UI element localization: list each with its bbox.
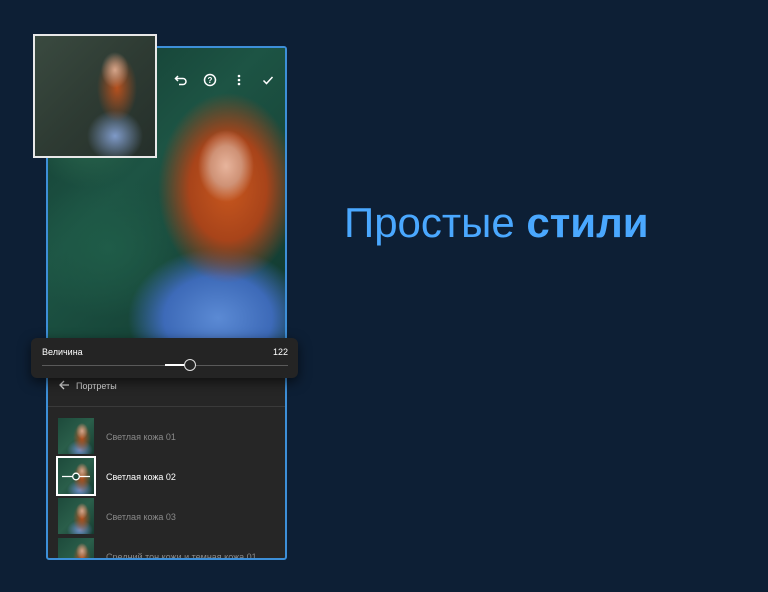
slider-label: Величина — [42, 347, 83, 357]
preset-item[interactable]: Средний тон кожи и темная кожа 01 — [58, 538, 273, 560]
headline-regular: Простые — [344, 199, 515, 246]
preset-thumbnail — [58, 418, 94, 454]
preset-thumbnail — [58, 498, 94, 534]
svg-text:?: ? — [208, 76, 213, 85]
panel-title: Портреты — [76, 381, 117, 391]
amount-slider-card: Величина 122 — [31, 338, 298, 378]
preset-label: Светлая кожа 03 — [106, 512, 176, 522]
help-icon[interactable]: ? — [200, 70, 220, 90]
headline: Простые стили — [344, 198, 649, 248]
preset-thumbnail — [58, 538, 94, 558]
slider-thumb[interactable] — [183, 359, 196, 371]
checkmark-icon[interactable] — [258, 70, 278, 90]
adjust-slider-icon — [62, 472, 90, 481]
preset-item-selected[interactable]: Светлая кожа 02 — [56, 456, 273, 496]
preset-label: Светлая кожа 01 — [106, 432, 176, 442]
headline-bold: стили — [526, 199, 649, 246]
preset-item[interactable]: Светлая кожа 03 — [58, 498, 273, 536]
preset-label: Светлая кожа 02 — [106, 472, 176, 482]
more-vertical-icon[interactable] — [229, 70, 249, 90]
preset-item[interactable]: Светлая кожа 01 — [58, 418, 273, 456]
back-arrow-icon[interactable] — [58, 379, 70, 394]
preset-label: Средний тон кожи и темная кожа 01 — [106, 552, 257, 560]
slider-value: 122 — [272, 347, 288, 357]
undo-icon[interactable] — [171, 70, 191, 90]
before-thumbnail — [33, 34, 157, 158]
